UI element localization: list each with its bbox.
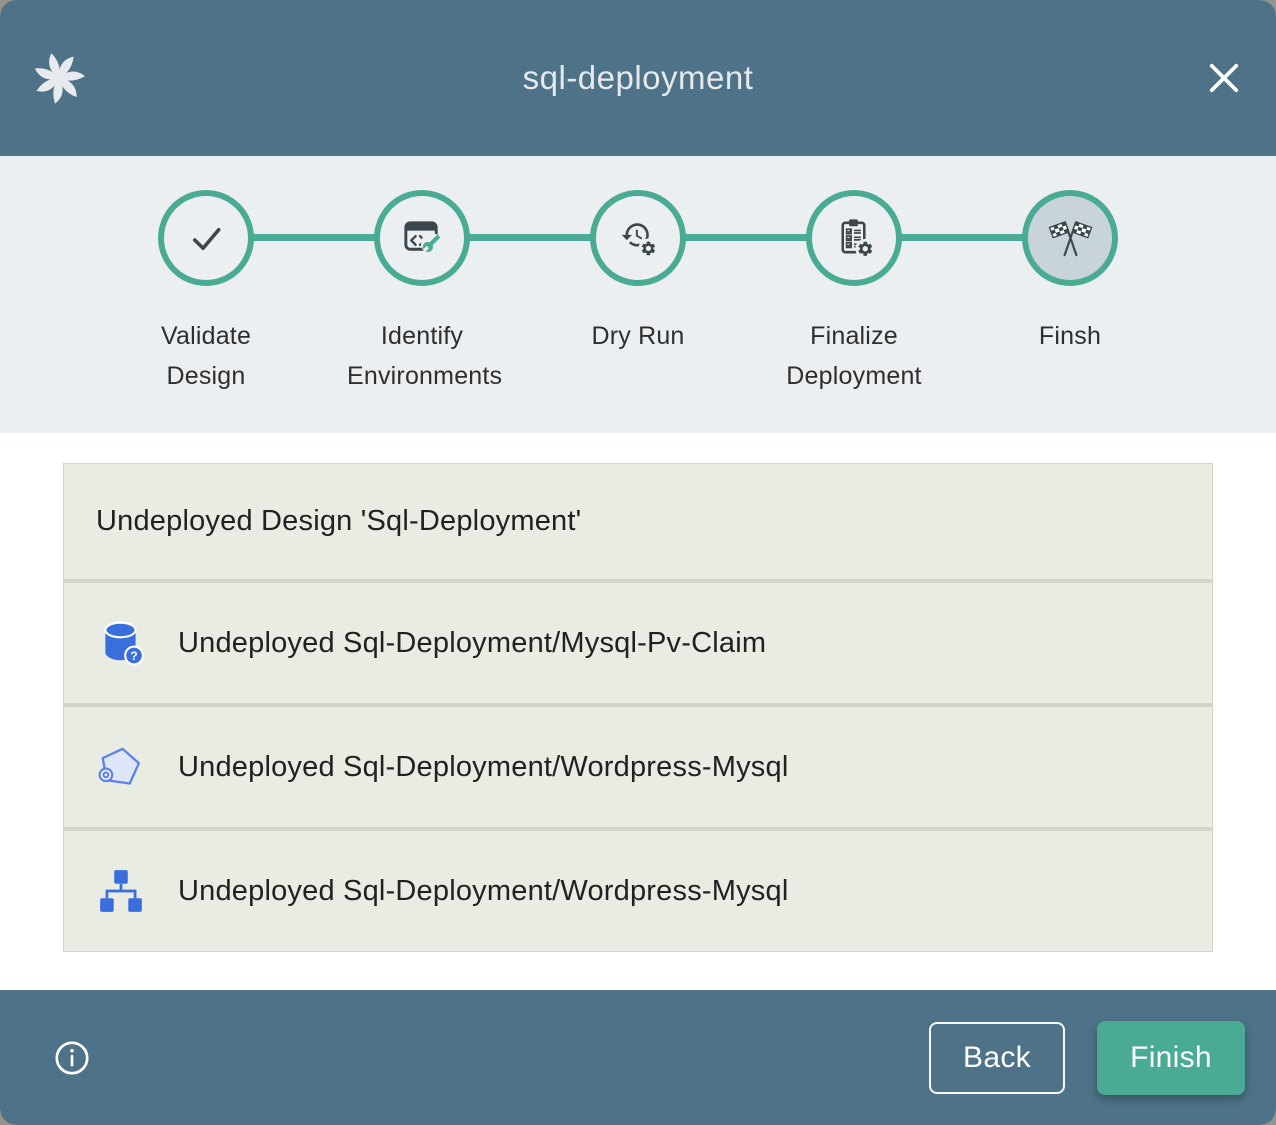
status-row-design: Undeployed Design 'Sql-Deployment' [64,464,1212,579]
meshery-logo-icon [32,51,86,105]
clipboard-gear-icon [831,215,878,262]
step-identify-environments: Identify Environments [314,190,530,396]
deployment-wizard-dialog: sql-deployment Validate Design [0,0,1276,1125]
step-circle [1022,190,1118,286]
close-button[interactable] [1202,56,1246,100]
code-window-wrench-icon [399,215,446,262]
dialog-header: sql-deployment [0,0,1276,156]
status-row-wordpress-mysql-2: Undeployed Sql-Deployment/Wordpress-Mysq… [64,831,1212,951]
status-text: Undeployed Sql-Deployment/Mysql-Pv-Claim [178,627,766,660]
step-dry-run: Dry Run [530,190,746,396]
step-label: Dry Run [563,316,713,356]
finish-button[interactable]: Finish [1097,1021,1245,1095]
step-circle [590,190,686,286]
pentagon-badge-icon [96,742,146,792]
step-circle [806,190,902,286]
check-icon [183,215,230,262]
database-question-icon: ? [96,618,146,668]
status-row-wordpress-mysql-1: Undeployed Sql-Deployment/Wordpress-Mysq… [64,707,1212,827]
step-circle [158,190,254,286]
step-finalize-deployment: Finalize Deployment [746,190,962,396]
status-row-pv-claim: ? Undeployed Sql-Deployment/Mysql-Pv-Cla… [64,583,1212,703]
close-icon [1204,58,1244,98]
database-question-badge: ? [130,649,137,663]
step-label: Identify Environments [347,316,497,396]
back-button[interactable]: Back [929,1022,1065,1094]
status-text: Undeployed Design 'Sql-Deployment' [96,505,581,538]
status-text: Undeployed Sql-Deployment/Wordpress-Mysq… [178,875,788,908]
stepper: Validate Design Identify Environments [0,156,1276,433]
history-gear-icon [615,215,662,262]
tree-topology-icon [96,866,146,916]
info-button[interactable] [53,1039,91,1077]
status-text: Undeployed Sql-Deployment/Wordpress-Mysq… [178,751,788,784]
info-icon [53,1039,91,1077]
step-label: Finalize Deployment [779,316,929,396]
step-finish: Finsh [962,190,1178,396]
deployment-status-list: Undeployed Design 'Sql-Deployment' ? Und… [0,433,1276,990]
step-label: Finsh [995,316,1145,356]
step-validate-design: Validate Design [98,190,314,396]
step-circle [374,190,470,286]
checkered-flags-icon [1047,215,1094,262]
step-label: Validate Design [131,316,281,396]
dialog-title: sql-deployment [523,59,754,97]
dialog-footer: Back Finish [0,990,1276,1125]
